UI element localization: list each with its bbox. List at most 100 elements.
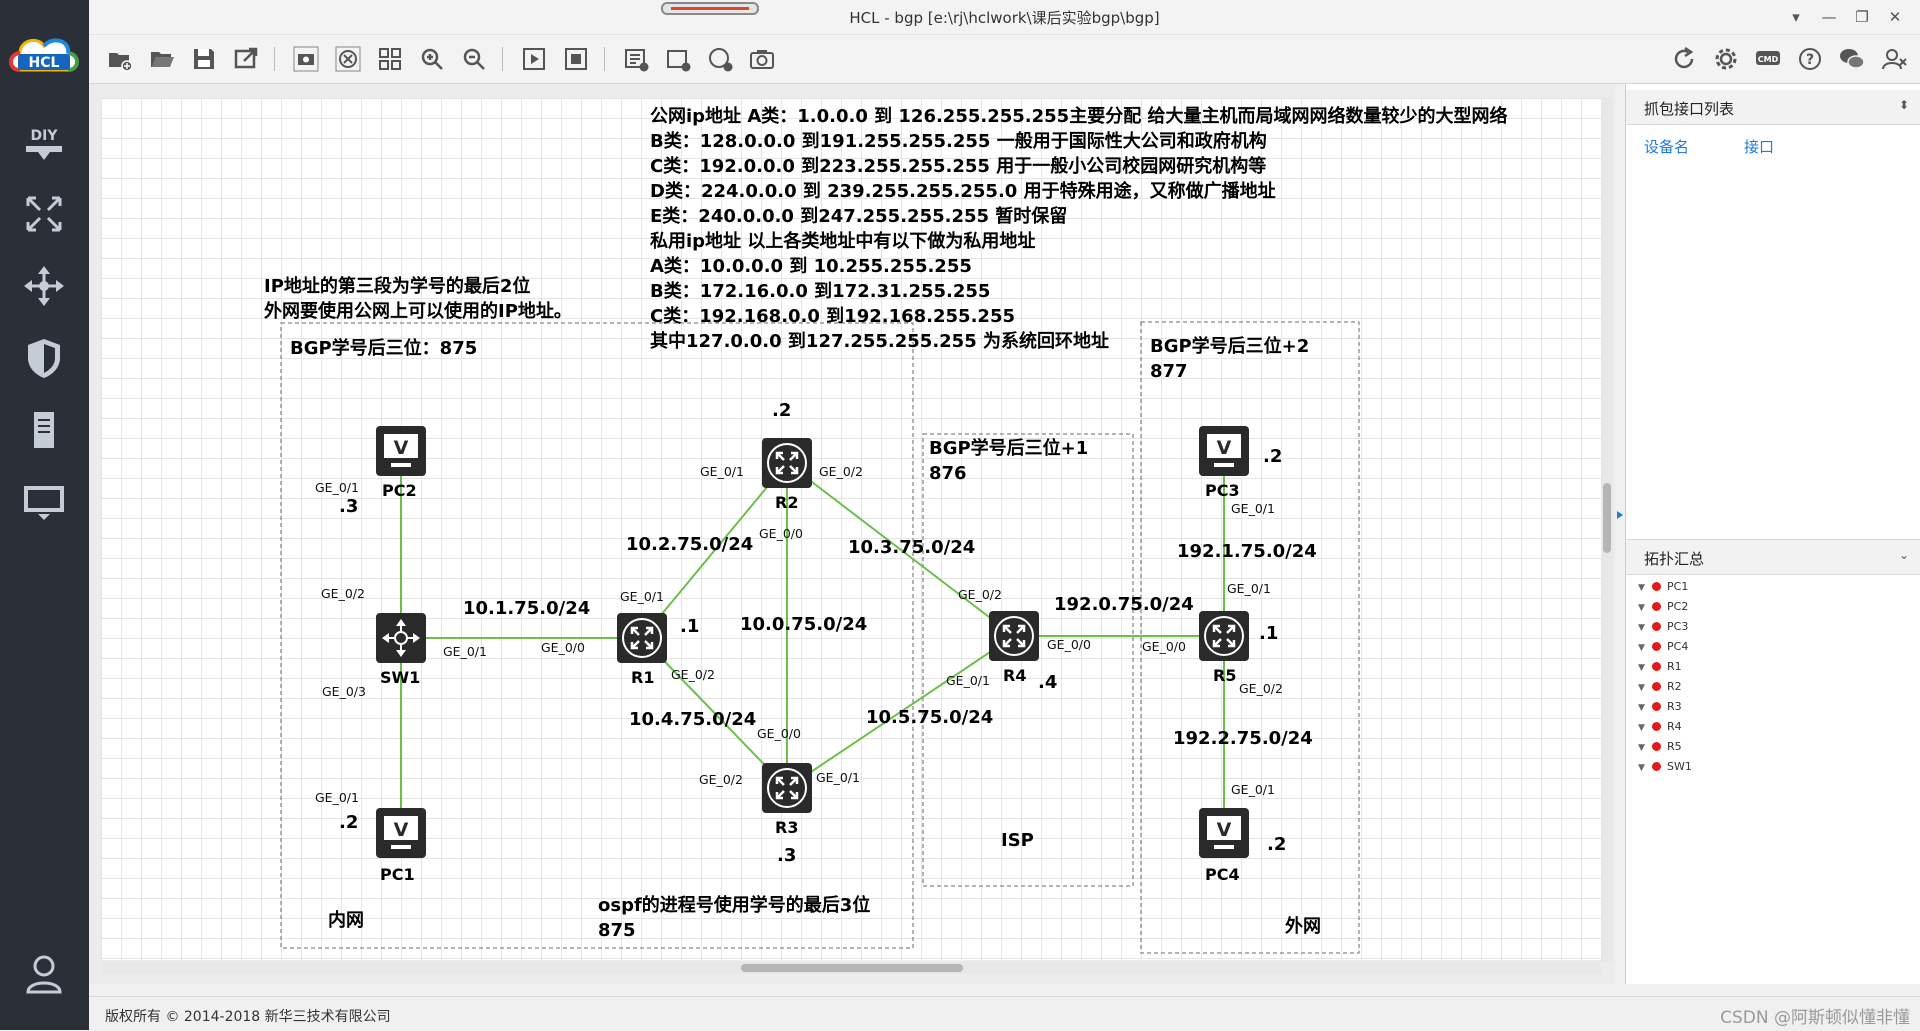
topology-icon[interactable] [20,190,68,238]
topology-item-pc3[interactable]: ▼ PC3 [1638,620,1688,640]
expand-icon[interactable]: ▼ [1638,643,1652,653]
wechat-icon[interactable] [1838,45,1866,73]
port-label: GE_0/1 [443,644,487,659]
add-text-icon[interactable] [622,45,650,73]
expand-icon[interactable]: ▼ [1638,723,1652,733]
auto-layout-icon[interactable] [334,45,362,73]
expand-icon[interactable]: ▼ [1638,623,1652,633]
topology-item-pc4[interactable]: ▼ PC4 [1638,640,1688,660]
expand-icon[interactable]: ▼ [1638,703,1652,713]
hcl-logo: HCL [9,38,79,72]
horizontal-scroll-thumb[interactable] [741,964,963,972]
column-interface[interactable]: 接口 [1744,136,1774,157]
pc4-device[interactable] [1199,808,1249,858]
topology-canvas[interactable]: V PC2 SW1 PC1 R1 R2 [101,98,1601,960]
toolbar-separator [502,47,503,71]
grid-icon[interactable] [376,45,404,73]
topology-item-r2[interactable]: ▼ R2 [1638,680,1682,700]
r5-device[interactable] [1199,611,1249,661]
camera-icon[interactable] [748,45,776,73]
status-dot-icon [1652,742,1661,751]
account-icon[interactable] [1880,45,1908,73]
r1-device[interactable] [617,613,667,663]
new-project-icon[interactable] [106,45,134,73]
r3-label: R3 [775,818,799,837]
right-panel: 抓包接口列表 ⬍ 设备名 接口 拓扑汇总 ⌄ ▼ PC1 ▼ PC2 ▼ PC3 ▼ P… [1625,84,1920,984]
note-line: C类：192.0.0.0 到223.255.255.255 用于一般小公司校园网… [650,156,1267,177]
copyright-text: 版权所有 © 2014-2018 新华三技术有限公司 [105,1009,391,1025]
save-icon[interactable] [190,45,218,73]
topology-item-pc1[interactable]: ▼ PC1 [1638,580,1688,600]
r3-device[interactable] [762,763,812,813]
port-label: GE_0/1 [1231,782,1275,797]
note-line: BGP学号后三位+2 [1150,336,1310,357]
port-label: GE_0/1 [315,480,359,495]
network-label: 10.0.75.0/24 [740,614,868,635]
diy-icon[interactable]: DIY [20,120,68,168]
column-device-name[interactable]: 设备名 [1644,136,1689,157]
note-line: 876 [929,463,967,484]
note-line: E类：240.0.0.0 到247.255.255.255 暂时保留 [650,206,1068,227]
expand-icon[interactable]: ▼ [1638,663,1652,673]
panel-collapse-toggle[interactable] [1615,490,1625,540]
topology-item-r5[interactable]: ▼ R5 [1638,740,1682,760]
close-icon[interactable]: ✕ [1884,6,1906,28]
refresh-icon[interactable] [1670,45,1698,73]
screenshot-icon[interactable] [292,45,320,73]
port-label: GE_0/1 [620,589,664,604]
settings-icon[interactable] [1712,45,1740,73]
expand-icon[interactable]: ▼ [1638,603,1652,613]
dropdown-icon[interactable]: ▾ [1785,6,1807,28]
server-icon[interactable] [20,406,68,454]
topology-item-r1[interactable]: ▼ R1 [1638,660,1682,680]
expand-icon[interactable]: ▼ [1638,743,1652,753]
topology-item-r3[interactable]: ▼ R3 [1638,700,1682,720]
note-line: C类：192.168.0.0 到192.168.255.255 [650,306,1015,327]
port-label: GE_0/0 [1142,639,1186,654]
r2-device[interactable] [762,438,812,488]
topology-item-sw1[interactable]: ▼ SW1 [1638,760,1692,780]
zoom-out-icon[interactable] [460,45,488,73]
stop-all-icon[interactable] [562,45,590,73]
topology-item-r4[interactable]: ▼ R4 [1638,720,1682,740]
pc1-device[interactable] [376,808,426,858]
monitor-icon[interactable] [20,478,68,526]
add-rectangle-icon[interactable] [664,45,692,73]
pc2-label: PC2 [382,481,417,500]
horizontal-scrollbar[interactable] [101,962,1601,974]
sort-icon[interactable]: ⬍ [1899,98,1909,112]
r4-device[interactable] [989,611,1039,661]
vertical-scroll-thumb[interactable] [1603,483,1611,553]
expand-icon[interactable]: ▼ [1638,683,1652,693]
help-icon[interactable]: ? [1796,45,1824,73]
capture-panel-header[interactable]: 抓包接口列表 ⬍ [1626,90,1920,125]
cmd-icon[interactable]: CMD [1754,45,1782,73]
port-label: GE_0/2 [321,586,365,601]
note-line: IP地址的第三段为学号的最后2位 [264,276,531,297]
export-icon[interactable] [232,45,260,73]
status-bar: 版权所有 © 2014-2018 新华三技术有限公司 CSDN @阿斯顿似懂非懂 [89,996,1920,1031]
topology-item-pc2[interactable]: ▼ PC2 [1638,600,1688,620]
host-id-label: .3 [777,845,797,866]
expand-icon[interactable]: ▼ [1638,583,1652,593]
user-icon[interactable] [20,950,68,998]
shield-icon[interactable] [20,334,68,382]
move-icon[interactable] [20,262,68,310]
open-folder-icon[interactable] [148,45,176,73]
pc3-device[interactable] [1199,426,1249,476]
minimize-icon[interactable]: — [1818,6,1840,28]
vertical-scrollbar[interactable] [1601,98,1613,962]
start-all-icon[interactable] [520,45,548,73]
toolbar: CMD ? [89,35,1920,84]
restore-icon[interactable]: ❐ [1851,6,1873,28]
zoom-in-icon[interactable] [418,45,446,73]
note-line: B类：172.16.0.0 到172.31.255.255 [650,281,991,302]
sw1-device[interactable] [376,613,426,663]
pc2-device[interactable] [376,426,426,476]
add-ellipse-icon[interactable] [706,45,734,73]
ospf-note: ospf的进程号使用学号的最后3位 875 [598,893,870,943]
chevron-down-icon[interactable]: ⌄ [1899,548,1909,562]
expand-icon[interactable]: ▼ [1638,763,1652,773]
host-id-label: .1 [1259,623,1279,644]
topology-panel-header[interactable]: 拓扑汇总 ⌄ [1626,539,1920,575]
